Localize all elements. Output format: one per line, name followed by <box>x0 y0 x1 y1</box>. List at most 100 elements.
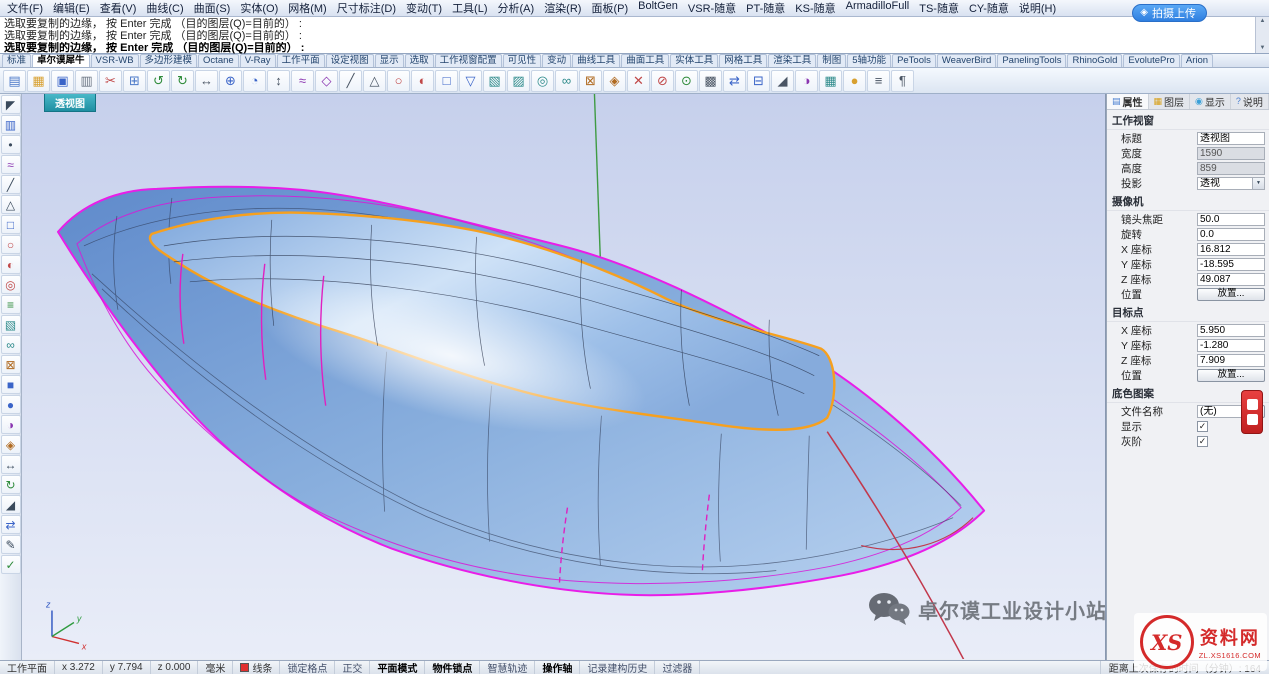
copy-icon[interactable]: ⊞ <box>123 70 146 92</box>
toolbar-tab[interactable]: 可见性 <box>503 54 542 67</box>
scale-icon[interactable]: ◢ <box>771 70 794 92</box>
menu-item[interactable]: 尺寸标注(D) <box>332 0 401 17</box>
pan-view-icon[interactable]: ↔ <box>195 70 218 92</box>
arc-tool-icon[interactable]: ◐ <box>1 255 21 274</box>
toolbar-tab[interactable]: Octane <box>198 54 239 67</box>
loft-icon[interactable]: ▨ <box>507 70 530 92</box>
ellipse-icon[interactable]: ◎ <box>1 275 21 294</box>
circle-tool-icon[interactable]: ○ <box>1 235 21 254</box>
open-file-icon[interactable]: ▦ <box>27 70 50 92</box>
status-toggle[interactable]: 正交 <box>335 661 370 674</box>
toolbar-tab[interactable]: 工作平面 <box>277 54 325 67</box>
units-indicator[interactable]: 毫米 <box>198 661 233 674</box>
redo-icon[interactable]: ↻ <box>171 70 194 92</box>
menu-item[interactable]: 曲线(C) <box>141 0 188 17</box>
menu-item[interactable]: 渲染(R) <box>539 0 586 17</box>
polyline-tool-icon[interactable]: △ <box>1 195 21 214</box>
extrude-tool-icon[interactable]: ⊠ <box>1 355 21 374</box>
toolbar-tab[interactable]: 网格工具 <box>719 54 767 67</box>
toolbar-tab[interactable]: 渲染工具 <box>768 54 816 67</box>
scroll-up-icon[interactable]: ▲ <box>1260 18 1266 25</box>
arc-icon[interactable]: ◐ <box>411 70 434 92</box>
menu-item[interactable]: 面板(P) <box>586 0 633 17</box>
menu-item[interactable]: 网格(M) <box>283 0 332 17</box>
polyline-icon[interactable]: △ <box>363 70 386 92</box>
target-place-button[interactable]: 放置... <box>1197 369 1265 382</box>
toolbar-tab[interactable]: 制图 <box>817 54 846 67</box>
menu-item[interactable]: 实体(O) <box>235 0 283 17</box>
camera-y-field[interactable]: -18.595 <box>1197 258 1265 271</box>
camera-place-button[interactable]: 放置... <box>1197 288 1265 301</box>
print-icon[interactable]: ▥ <box>75 70 98 92</box>
panel-tab-layers[interactable]: ▦ 图层 <box>1149 94 1191 109</box>
menu-item[interactable]: 编辑(E) <box>48 0 95 17</box>
new-file-icon[interactable]: ▤ <box>3 70 26 92</box>
projection-dropdown[interactable]: 透视 ▼ <box>1197 177 1265 190</box>
current-layer-selector[interactable]: 线条 <box>233 661 280 674</box>
toolbar-tab[interactable]: PanelingTools <box>997 54 1066 67</box>
viewport-title-tab[interactable]: 透视图 <box>44 94 96 112</box>
toolbar-tab[interactable]: PeTools <box>892 54 936 67</box>
toolbar-tab[interactable]: 曲面工具 <box>621 54 669 67</box>
undo-icon[interactable]: ↺ <box>147 70 170 92</box>
panel-tab-display[interactable]: ◉ 显示 <box>1190 94 1231 109</box>
toolbar-tab[interactable]: 选取 <box>405 54 434 67</box>
target-z-field[interactable]: 7.909 <box>1197 354 1265 367</box>
fillet-edge-icon[interactable]: ◈ <box>1 435 21 454</box>
extrude-icon[interactable]: ⊠ <box>579 70 602 92</box>
split-icon[interactable]: ⊘ <box>651 70 674 92</box>
circle-icon[interactable]: ○ <box>387 70 410 92</box>
toolbar-tab[interactable]: 多边形建模 <box>140 54 198 67</box>
toolbar-tab[interactable]: V-Ray <box>240 54 276 67</box>
array-icon[interactable]: ⊟ <box>747 70 770 92</box>
mirror-icon[interactable]: ⇄ <box>723 70 746 92</box>
curve-icon[interactable]: ≈ <box>291 70 314 92</box>
scroll-down-icon[interactable]: ▼ <box>1260 45 1266 52</box>
properties-icon[interactable]: ¶ <box>891 70 914 92</box>
save-icon[interactable]: ▣ <box>51 70 74 92</box>
target-x-field[interactable]: 5.950 <box>1197 324 1265 337</box>
menu-item[interactable]: 说明(H) <box>1014 0 1061 17</box>
toolbar-tab[interactable]: 卓尔谟犀牛 <box>32 54 90 67</box>
camera-x-field[interactable]: 16.812 <box>1197 243 1265 256</box>
cplane-selector[interactable]: 工作平面 <box>0 661 55 674</box>
status-toggle[interactable]: 平面模式 <box>370 661 425 674</box>
chevron-down-icon[interactable]: ▼ <box>1252 178 1264 189</box>
toolbar-tab[interactable]: 显示 <box>375 54 404 67</box>
menu-item[interactable]: ArmadilloFull <box>841 0 915 17</box>
cut-icon[interactable]: ✂ <box>99 70 122 92</box>
mirror-tool-icon[interactable]: ⇄ <box>1 515 21 534</box>
screenshot-upload-button[interactable]: ◈ 拍摄上传 <box>1132 4 1207 22</box>
menu-item[interactable]: 变动(T) <box>401 0 447 17</box>
menu-item[interactable]: 工具(L) <box>447 0 492 17</box>
rectangle-icon[interactable]: □ <box>435 70 458 92</box>
curve-tool-icon[interactable]: ≈ <box>1 155 21 174</box>
selection-filter-icon[interactable]: ▥ <box>1 115 21 134</box>
toolbar-tab[interactable]: VSR-WB <box>91 54 139 67</box>
rotate-view-icon[interactable]: ◔ <box>243 70 266 92</box>
surface-icon[interactable]: ▧ <box>483 70 506 92</box>
toolbar-tab[interactable]: 实体工具 <box>670 54 718 67</box>
viewport-canvas[interactable]: z x y <box>22 94 1105 659</box>
toolbar-tab[interactable]: 5轴功能 <box>847 54 891 67</box>
toolbar-tab[interactable]: 工作视窗配置 <box>435 54 502 67</box>
line-icon[interactable]: ╱ <box>339 70 362 92</box>
floating-red-badge[interactable] <box>1241 390 1263 434</box>
command-area[interactable]: 选取要复制的边缘， 按 Enter 完成 （目的图层(Q)=目前的） : 选取要… <box>0 17 1269 54</box>
show-checkbox[interactable]: ✓ <box>1197 421 1208 432</box>
toolbar-tab[interactable]: 设定视图 <box>326 54 374 67</box>
toolbar-tab[interactable]: 曲线工具 <box>572 54 620 67</box>
status-toggle[interactable]: 智慧轨迹 <box>480 661 535 674</box>
menu-item[interactable]: BoltGen <box>633 0 683 17</box>
transform-icon[interactable]: ↔ <box>1 455 21 474</box>
wallpaper-filename-field[interactable]: (无) <box>1197 405 1247 418</box>
menu-item[interactable]: KS-随意 <box>790 0 840 17</box>
offset-icon[interactable]: ≡ <box>1 295 21 314</box>
camera-rotation-field[interactable]: 0.0 <box>1197 228 1265 241</box>
boolean-icon[interactable]: ◑ <box>795 70 818 92</box>
sweep-icon[interactable]: ∞ <box>555 70 578 92</box>
camera-lens-field[interactable]: 50.0 <box>1197 213 1265 226</box>
status-toggle[interactable]: 记录建构历史 <box>580 661 655 674</box>
toolbar-tab[interactable]: 标准 <box>2 54 31 67</box>
line-tool-icon[interactable]: ╱ <box>1 175 21 194</box>
